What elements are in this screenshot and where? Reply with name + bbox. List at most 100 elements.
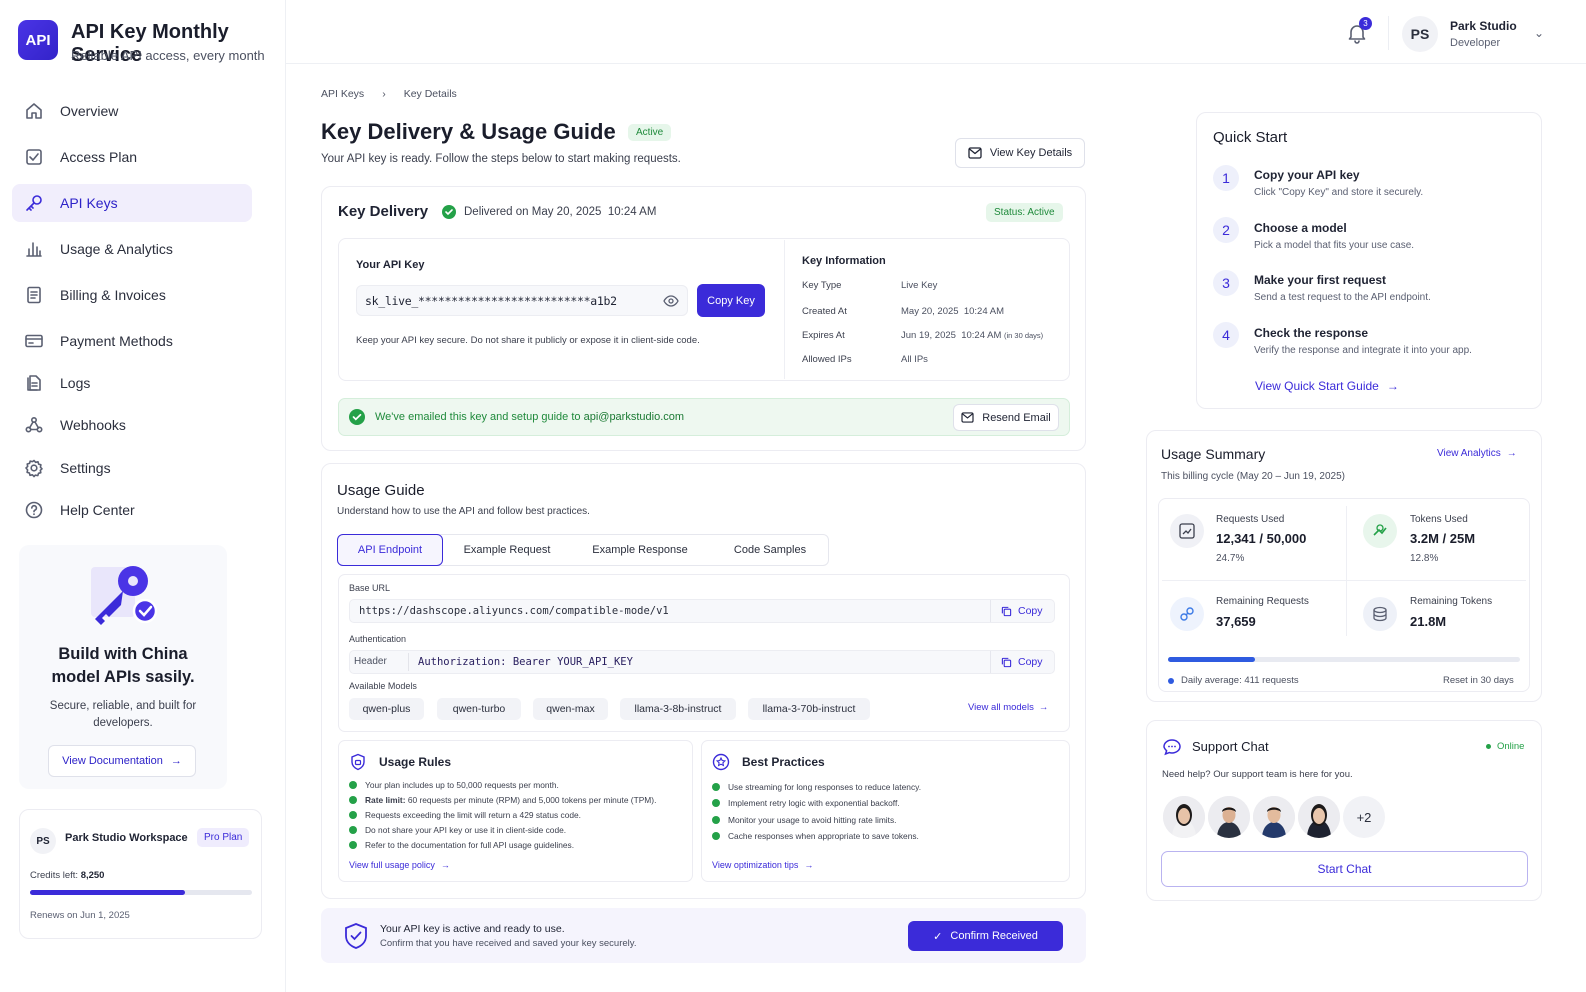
key-delivery-title: Key Delivery [338,203,429,220]
start-chat-button[interactable]: Start Chat [1161,851,1528,887]
usage-summary-title: Usage Summary [1161,446,1266,462]
sidebar-item-label: Webhooks [60,417,126,433]
person-avatar-icon [1253,796,1295,838]
remaining-tokens-value: 21.8M [1410,614,1447,629]
step-description: Click "Copy Key" and store it securely. [1254,187,1424,198]
key-info-value: All IPs [901,354,928,365]
tab-example-response[interactable]: Example Response [573,534,707,566]
workspace-card: PS Park Studio Workspace Pro Plan Credit… [19,809,262,939]
confirm-received-button[interactable]: ✓ Confirm Received [908,921,1063,951]
reset-info: Reset in 30 days [1443,675,1514,686]
requests-used-value: 12,341 / 50,000 [1216,531,1307,546]
sidebar-item-help-center[interactable]: Help Center [12,491,252,529]
list-item: Requests exceeding the limit will return… [349,807,689,822]
requests-used-percent: 24.7% [1216,553,1245,564]
arrow-right-icon: → [804,860,814,870]
copy-key-button[interactable]: Copy Key [697,284,765,317]
promo-text: Secure, reliable, and built for develope… [49,700,197,729]
sidebar-item-api-keys[interactable]: API Keys [12,184,252,222]
key-info-value: Jun 19, 2025 10:24 AM (in 30 days) [901,330,1043,341]
person-avatar-icon [1298,796,1340,838]
database-icon [1373,606,1387,622]
check-icon [712,832,720,841]
chat-bubble-icon [1163,739,1181,756]
step-number: 3 [1213,270,1239,296]
trend-chart-icon [1179,523,1195,539]
key-info-row: Expires At [802,330,845,341]
sidebar-item-usage-analytics[interactable]: Usage & Analytics [12,230,252,268]
key-icon [26,195,42,211]
gear-icon [25,459,43,478]
sidebar-item-logs[interactable]: Logs [12,364,252,402]
sidebar-item-label: API Keys [60,195,118,211]
sidebar-item-settings[interactable]: Settings [12,449,252,487]
list-item: Rate limit: 60 requests per minute (RPM)… [349,792,689,807]
dot-icon [1168,677,1174,684]
view-optimization-tips-label: View optimization tips [712,860,799,870]
base-url-field[interactable]: https://dashscope.aliyuncs.com/compatibl… [349,599,1055,623]
user-menu[interactable]: PS Park Studio Developer ⌄ [1402,14,1552,54]
tab-code-samples[interactable]: Code Samples [712,534,828,566]
sidebar-item-webhooks[interactable]: Webhooks [12,406,252,444]
model-chip[interactable]: qwen-turbo [437,698,521,720]
breadcrumb-parent-link[interactable]: API Keys [321,88,364,100]
bar-chart-icon [26,242,42,257]
person-avatar-icon [1163,796,1205,838]
view-all-models-link[interactable]: View all models → [968,702,1048,713]
notification-count-badge: 3 [1359,17,1372,30]
view-documentation-button[interactable]: View Documentation → [48,745,196,777]
list-item: Cache responses when appropriate to save… [712,828,1062,844]
usage-rules-list: Your plan includes up to 50,000 requests… [349,777,689,853]
view-key-details-button[interactable]: View Key Details [955,138,1085,168]
help-icon [25,501,43,519]
sidebar-item-access-plan[interactable]: Access Plan [12,138,252,176]
notifications-button[interactable]: 3 [1345,17,1372,45]
best-practices-list: Use streaming for long responses to redu… [712,779,1062,844]
online-status-text: Online [1497,741,1525,752]
model-chip[interactable]: llama-3-70b-instruct [748,698,870,720]
copy-auth-button[interactable]: Copy [990,651,1043,673]
sidebar: API API Key Monthly Service Reliable API… [0,0,286,992]
key-info-row: Allowed IPs [802,354,852,365]
model-chip[interactable]: llama-3-8b-instruct [620,698,736,720]
view-optimization-tips-link[interactable]: View optimization tips → [712,860,813,870]
arrow-right-icon: → [170,755,182,767]
practice-text: Cache responses when appropriate to save… [728,831,919,842]
rule-text: Requests exceeding the limit will return… [365,809,582,820]
sidebar-item-label: Billing & Invoices [60,287,166,303]
auth-header-label: Header [354,656,387,667]
view-analytics-link[interactable]: View Analytics → [1437,448,1517,459]
key-security-warning: Keep your API key secure. Do not share i… [356,335,700,346]
eye-icon[interactable] [663,295,679,307]
model-chip[interactable]: qwen-plus [349,698,424,720]
quick-start-card [1196,112,1542,409]
step-number: 4 [1213,322,1239,348]
view-usage-policy-link[interactable]: View full usage policy → [349,860,450,870]
step-number: 2 [1213,217,1239,243]
more-agents-badge: +2 [1343,796,1385,838]
email-sent-message: We've emailed this key and setup guide t… [375,411,581,423]
panel-divider [784,240,785,379]
api-key-field[interactable]: sk_live_**************************a1b2 [356,285,688,316]
app-logo[interactable]: API [18,20,58,60]
check-icon [349,795,357,804]
step-number: 1 [1213,165,1239,191]
page-title: Key Delivery & Usage Guide [321,119,616,144]
view-quick-start-guide-link[interactable]: View Quick Start Guide → [1255,379,1399,393]
tab-api-endpoint[interactable]: API Endpoint [337,534,443,566]
tab-example-request[interactable]: Example Request [446,534,568,566]
step-title: Check the response [1254,326,1369,340]
usage-stats-panel [1158,498,1530,692]
authentication-label: Authentication [349,634,407,644]
sidebar-item-overview[interactable]: Overview [12,92,252,130]
stats-divider-h [1162,580,1526,581]
model-chip[interactable]: qwen-max [533,698,608,720]
daily-average-text: Daily average: 411 requests [1181,675,1299,686]
sidebar-item-payment-methods[interactable]: Payment Methods [12,322,252,360]
sidebar-item-billing-invoices[interactable]: Billing & Invoices [12,276,252,314]
copy-base-url-button[interactable]: Copy [990,600,1043,622]
arrow-right-icon: → [1386,379,1399,393]
auth-header-field[interactable]: Header Authorization: Bearer YOUR_API_KE… [349,650,1055,674]
avatar: PS [1402,16,1438,52]
resend-email-button[interactable]: Resend Email [953,404,1059,431]
